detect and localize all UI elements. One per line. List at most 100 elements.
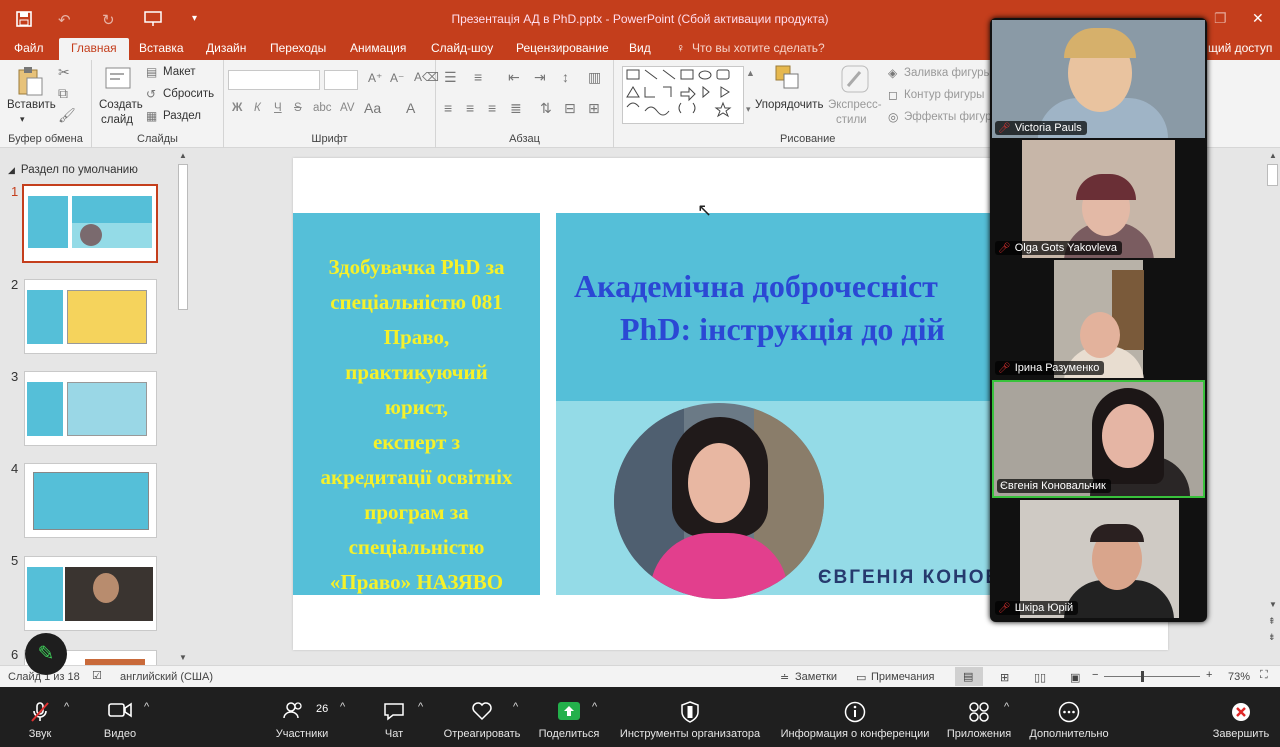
apps-chevron-icon[interactable]: ^ bbox=[1004, 701, 1009, 713]
increase-indent-icon[interactable]: ⇥ bbox=[534, 69, 546, 86]
font-name-input[interactable] bbox=[228, 70, 320, 90]
justify-icon[interactable]: ≣ bbox=[510, 100, 522, 117]
tab-transitions[interactable]: Переходы bbox=[270, 41, 326, 55]
meeting-info-button[interactable]: Информация о конференции bbox=[776, 687, 934, 747]
tab-insert[interactable]: Вставка bbox=[139, 41, 184, 55]
fit-to-window-icon[interactable]: ⛶ bbox=[1260, 669, 1268, 682]
zoom-slider[interactable] bbox=[1104, 676, 1200, 677]
chat-chevron-icon[interactable]: ^ bbox=[418, 701, 423, 713]
line-spacing-icon[interactable]: ↕ bbox=[562, 69, 569, 85]
arrange-icon[interactable] bbox=[774, 64, 802, 97]
bio-textbox[interactable]: Здобувачка PhD за спеціальністю 081 Прав… bbox=[293, 213, 540, 595]
participants-chevron-icon[interactable]: ^ bbox=[340, 701, 345, 713]
shape-outline-button[interactable]: Контур фигуры bbox=[904, 89, 984, 101]
text-shadow-button[interactable]: abc bbox=[313, 102, 332, 114]
shape-effects-button[interactable]: Эффекты фигур bbox=[904, 111, 992, 123]
strikethrough-button[interactable]: S bbox=[294, 102, 302, 114]
tab-slideshow[interactable]: Слайд-шоу bbox=[431, 41, 493, 55]
tab-view[interactable]: Вид bbox=[629, 41, 651, 55]
shapes-more-icon[interactable]: ▾ bbox=[746, 104, 751, 115]
language-indicator[interactable]: английский (США) bbox=[120, 671, 213, 683]
cut-icon[interactable]: ✂ bbox=[58, 64, 70, 81]
scroll-thumb[interactable] bbox=[1267, 164, 1278, 186]
layout-button[interactable]: Макет bbox=[163, 66, 196, 78]
more-button[interactable]: Дополнительно bbox=[1024, 687, 1114, 747]
format-painter-icon[interactable]: 🖌 bbox=[58, 107, 76, 124]
audio-options-chevron-icon[interactable]: ^ bbox=[64, 701, 69, 713]
video-tile[interactable]: 🎤︎ Victoria Pauls bbox=[992, 20, 1205, 138]
slide-thumbnail-2[interactable] bbox=[24, 279, 157, 354]
collapse-section-icon[interactable]: ◢ bbox=[8, 165, 15, 175]
zoom-slider-thumb[interactable] bbox=[1141, 671, 1144, 682]
scroll-up-icon[interactable]: ▲ bbox=[1269, 151, 1277, 160]
paste-dropdown-icon[interactable]: ▾ bbox=[20, 114, 25, 125]
close-window-icon[interactable]: ✕ bbox=[1252, 10, 1264, 27]
section-button[interactable]: Раздел bbox=[163, 110, 201, 122]
tab-home[interactable]: Главная bbox=[59, 38, 129, 60]
new-slide-button[interactable]: Создать bbox=[99, 99, 143, 111]
chat-button[interactable]: Чат bbox=[364, 687, 424, 747]
audio-button[interactable]: Звук bbox=[10, 687, 70, 747]
text-direction-icon[interactable]: ⇅ bbox=[540, 100, 552, 117]
shapes-scroll-up-icon[interactable]: ▲ bbox=[746, 68, 755, 78]
notes-button[interactable]: Заметки bbox=[795, 671, 837, 683]
video-options-chevron-icon[interactable]: ^ bbox=[144, 701, 149, 713]
tab-design[interactable]: Дизайн bbox=[206, 41, 246, 55]
tell-me-search[interactable]: Что вы хотите сделать? bbox=[692, 41, 825, 55]
video-button[interactable]: Видео bbox=[90, 687, 150, 747]
bullets-icon[interactable]: ☰ bbox=[444, 69, 457, 86]
spellcheck-icon[interactable]: ☑ bbox=[92, 669, 102, 682]
char-spacing-button[interactable]: AV bbox=[340, 102, 355, 114]
tab-file[interactable]: Файл bbox=[14, 41, 44, 55]
video-tile[interactable]: 🎤︎ Шкіра Юрій bbox=[992, 500, 1205, 618]
thumbnail-scrollbar[interactable]: ▲ ▼ bbox=[176, 148, 190, 665]
slide-thumbnail-4[interactable] bbox=[24, 463, 157, 538]
normal-view-button[interactable]: ▤ bbox=[955, 667, 983, 686]
align-center-icon[interactable]: ≡ bbox=[466, 100, 474, 116]
reading-view-icon[interactable]: ▯▯ bbox=[1034, 671, 1046, 684]
react-button[interactable]: Отреагировать bbox=[440, 687, 524, 747]
slide-scrollbar[interactable]: ▲ ▼ ⇞ ⇟ bbox=[1265, 148, 1280, 665]
copy-icon[interactable]: ⧉ bbox=[58, 85, 68, 102]
font-color-icon[interactable]: A bbox=[406, 100, 415, 116]
smartart-icon[interactable]: ⊞ bbox=[588, 100, 600, 117]
paste-icon[interactable] bbox=[16, 66, 44, 99]
align-left-icon[interactable]: ≡ bbox=[444, 100, 452, 116]
slideshow-view-icon[interactable]: ▣ bbox=[1070, 671, 1080, 684]
section-header[interactable]: ◢ Раздел по умолчанию bbox=[8, 164, 138, 176]
video-tile-active-speaker[interactable]: Євгенія Коновальчик bbox=[992, 380, 1205, 498]
zoom-out-icon[interactable]: − bbox=[1092, 669, 1098, 681]
tab-review[interactable]: Рецензирование bbox=[516, 41, 609, 55]
quick-styles-icon[interactable] bbox=[840, 64, 870, 97]
italic-button[interactable]: К bbox=[254, 102, 261, 114]
shapes-gallery[interactable] bbox=[622, 66, 744, 124]
apps-button[interactable]: Приложения bbox=[944, 687, 1014, 747]
paste-button[interactable]: Вставить bbox=[7, 99, 56, 111]
end-meeting-button[interactable]: Завершить bbox=[1206, 687, 1276, 747]
grow-font-icon[interactable]: A⁺ bbox=[368, 71, 382, 85]
share-chevron-icon[interactable]: ^ bbox=[592, 701, 597, 713]
slide-thumbnail-1[interactable] bbox=[22, 184, 158, 263]
align-right-icon[interactable]: ≡ bbox=[488, 100, 496, 116]
zoom-level[interactable]: 73% bbox=[1228, 671, 1250, 683]
share-button[interactable]: щий доступ bbox=[1208, 41, 1272, 55]
quick-styles-button[interactable]: Экспресс- bbox=[828, 99, 882, 111]
restore-window-icon[interactable]: ❐ bbox=[1214, 10, 1227, 27]
arrange-button[interactable]: Упорядочить bbox=[755, 99, 823, 111]
annotate-pencil-icon[interactable]: ✎ bbox=[25, 633, 67, 675]
reset-button[interactable]: Сбросить bbox=[163, 88, 214, 100]
zoom-in-icon[interactable]: + bbox=[1206, 669, 1212, 681]
quick-styles-button-line2[interactable]: стили bbox=[836, 114, 867, 126]
host-tools-button[interactable]: Инструменты организатора bbox=[614, 687, 766, 747]
share-screen-button[interactable]: Поделиться bbox=[534, 687, 604, 747]
tab-animations[interactable]: Анимация bbox=[350, 41, 406, 55]
numbering-icon[interactable]: ≡ bbox=[474, 69, 482, 85]
slide-thumbnail-3[interactable] bbox=[24, 371, 157, 446]
video-tile[interactable]: 🎤︎ Ірина Разуменко bbox=[992, 260, 1205, 378]
scroll-down-icon[interactable]: ▼ bbox=[179, 653, 187, 662]
underline-button[interactable]: Ч bbox=[274, 102, 282, 114]
shrink-font-icon[interactable]: A⁻ bbox=[390, 71, 404, 85]
font-size-input[interactable] bbox=[324, 70, 358, 90]
react-chevron-icon[interactable]: ^ bbox=[513, 701, 518, 713]
scroll-thumb[interactable] bbox=[178, 164, 188, 310]
